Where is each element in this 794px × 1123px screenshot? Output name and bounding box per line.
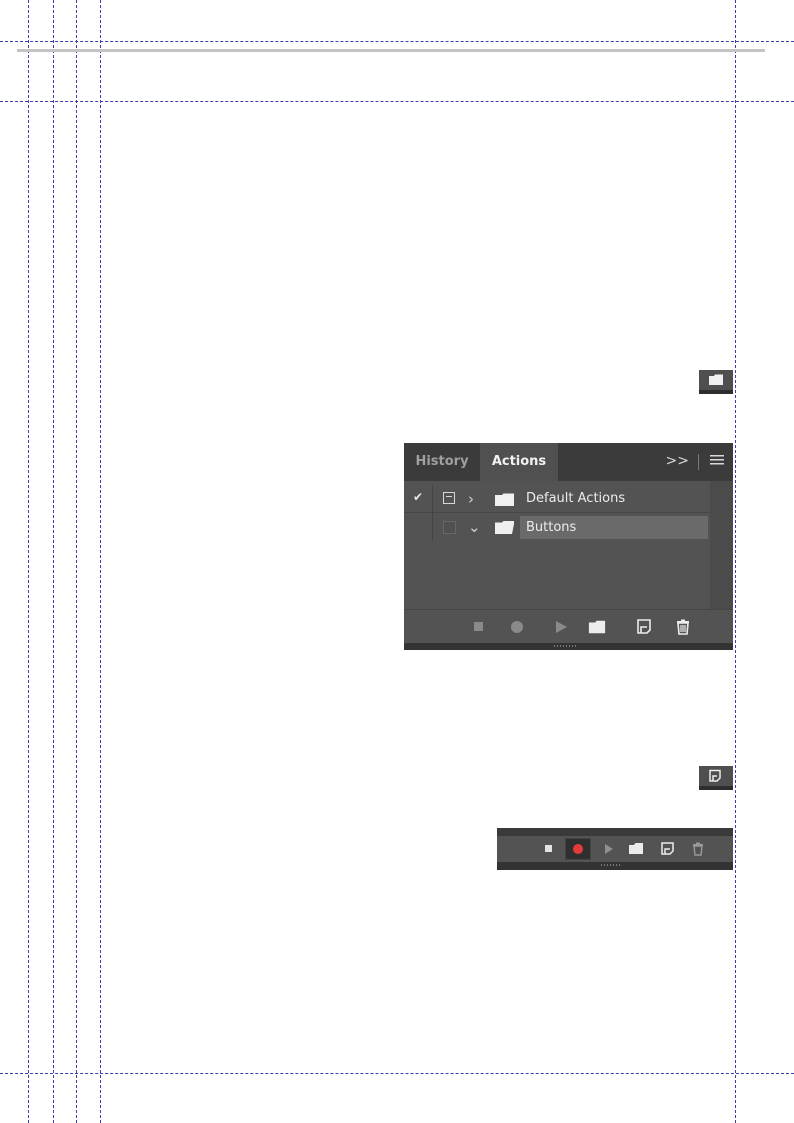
resize-grip[interactable] <box>554 645 578 647</box>
dialog-icon <box>443 492 455 504</box>
panel-menu-icon[interactable] <box>710 454 724 466</box>
toolbar-body <box>497 836 733 862</box>
new-action-icon[interactable] <box>659 840 677 858</box>
guide-vertical-2 <box>53 0 54 1123</box>
trash-icon[interactable] <box>674 618 692 636</box>
scrollbar[interactable] <box>710 481 733 609</box>
toolbar-top-strip <box>497 828 733 836</box>
new-set-icon[interactable] <box>627 840 645 858</box>
play-icon[interactable] <box>600 840 618 858</box>
folder-icon <box>709 374 723 385</box>
guide-vertical-4 <box>100 0 101 1123</box>
record-icon[interactable] <box>569 840 587 858</box>
actions-panel: History Actions >> ✔ › Default Actions ⌄… <box>404 443 733 650</box>
tab-history[interactable]: History <box>404 443 480 481</box>
new-action-icon[interactable] <box>635 618 653 636</box>
tab-divider <box>698 454 699 470</box>
record-icon[interactable] <box>508 618 526 636</box>
item-toggle-column[interactable] <box>404 513 433 541</box>
guide-vertical-1 <box>28 0 29 1123</box>
tab-actions[interactable]: Actions <box>480 443 558 481</box>
chevron-down-icon[interactable]: ⌄ <box>468 515 481 539</box>
guide-horizontal-2 <box>0 101 794 102</box>
guide-horizontal-1 <box>0 41 794 42</box>
list-item-default-actions[interactable]: ✔ › Default Actions <box>404 485 710 513</box>
guide-vertical-3 <box>76 0 77 1123</box>
open-folder-icon <box>495 521 514 534</box>
empty-dialog-box <box>443 521 456 534</box>
trash-icon[interactable] <box>689 840 707 858</box>
stop-icon[interactable] <box>470 618 488 636</box>
top-rule-line <box>17 49 765 52</box>
guide-horizontal-3 <box>0 1073 794 1074</box>
list-item-label: Buttons <box>520 516 708 539</box>
chevron-right-icon[interactable]: › <box>468 487 474 511</box>
list-item-buttons[interactable]: ⌄ Buttons <box>404 513 710 541</box>
dialog-toggle-column[interactable] <box>433 485 466 513</box>
stop-icon[interactable] <box>540 840 558 858</box>
new-set-button-preview[interactable] <box>699 370 733 394</box>
recording-toolbar <box>497 828 733 870</box>
collapse-panel-button[interactable]: >> <box>666 451 689 471</box>
item-toggle-column[interactable]: ✔ <box>404 485 433 513</box>
checkmark-icon: ✔ <box>413 490 424 504</box>
guide-vertical-5 <box>735 0 736 1123</box>
actions-list: ✔ › Default Actions ⌄ Buttons <box>404 481 733 609</box>
folder-icon <box>495 493 514 506</box>
play-icon[interactable] <box>552 618 570 636</box>
panel-tab-bar: History Actions >> <box>404 443 733 481</box>
panel-footer <box>404 609 733 643</box>
new-set-icon[interactable] <box>588 618 606 636</box>
new-action-icon <box>709 769 721 782</box>
new-action-button-preview[interactable] <box>699 766 733 790</box>
list-item-label: Default Actions <box>526 491 626 506</box>
dialog-toggle-column[interactable] <box>433 513 466 541</box>
resize-grip[interactable] <box>601 864 621 866</box>
